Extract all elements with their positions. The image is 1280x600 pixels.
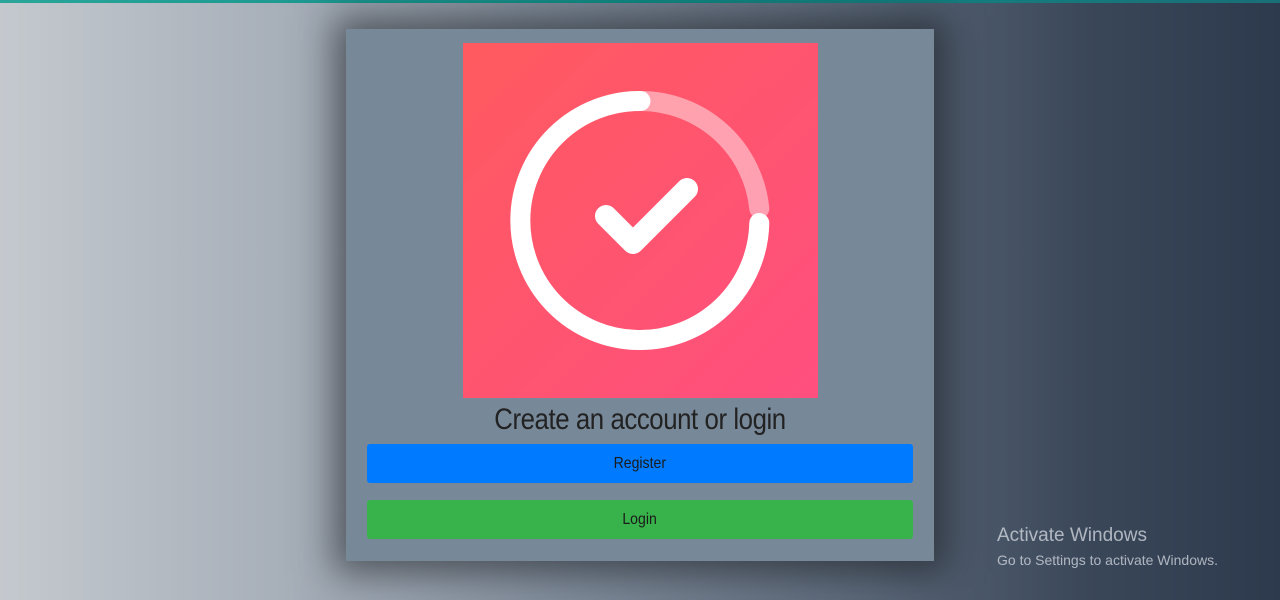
register-button-label: Register	[613, 454, 667, 472]
top-accent-strip	[0, 0, 1280, 3]
register-button[interactable]: Register	[367, 444, 913, 483]
auth-card: Create an account or login Register Logi…	[346, 29, 934, 561]
windows-activation-watermark: Activate Windows Go to Settings to activ…	[997, 524, 1218, 570]
watermark-subtitle: Go to Settings to activate Windows.	[997, 552, 1218, 568]
page-title: Create an account or login	[494, 403, 786, 436]
app-logo	[463, 43, 818, 398]
watermark-title: Activate Windows	[997, 525, 1147, 546]
login-button[interactable]: Login	[367, 500, 913, 539]
checkmark-in-circle-icon	[463, 43, 818, 398]
login-button-label: Login	[622, 510, 658, 528]
